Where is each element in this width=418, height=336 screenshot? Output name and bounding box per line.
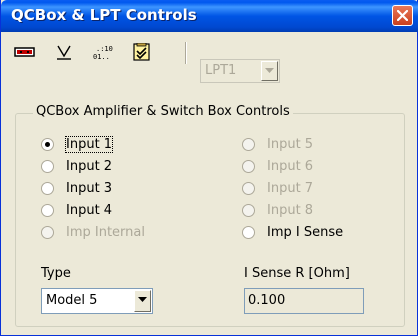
close-button[interactable] [392,5,413,26]
radio-label: Input 3 [66,181,113,196]
radio-label: Input 2 [66,159,113,174]
radio-circle [41,138,54,151]
radio-label: Input 8 [267,203,314,218]
radio-label: Input 1 [64,136,114,153]
radio-circle [242,204,255,217]
type-select[interactable]: Model 5 [41,288,153,314]
checklist-button[interactable] [129,40,155,64]
radio-dot [45,142,50,147]
isense-label: I Sense R [Ohm] [244,266,350,281]
qcbox-lpt-controls-window: QCBox & LPT Controls .:10 01.. LPT1 QCBo… [0,0,418,336]
isense-value: 0.100 [248,293,286,308]
radio-circle [41,204,54,217]
port-combo[interactable]: LPT1 [200,59,280,83]
radio-label: Input 4 [66,203,113,218]
type-select-arrow[interactable] [134,290,151,312]
svg-text:01..: 01.. [93,53,110,61]
voltage-button[interactable] [51,40,77,64]
radio-circle [41,182,54,195]
radio-label: Input 7 [267,181,314,196]
radio-circle [41,226,54,239]
radio-circle [242,182,255,195]
radio-label: Input 6 [267,159,314,174]
svg-text:.:10: .:10 [96,45,113,53]
radio-label: Imp I Sense [267,225,344,240]
binary-button[interactable]: .:10 01.. [89,40,115,64]
window-title: QCBox & LPT Controls [11,6,197,24]
isense-input[interactable]: 0.100 [244,288,364,314]
radio-circle [41,160,54,173]
port-combo-arrow[interactable] [261,61,278,81]
binary-icon: .:10 01.. [93,45,113,61]
checklist-icon [133,43,150,61]
radio-circle [242,138,255,151]
chevron-down-icon [265,68,274,73]
amplifier-icon [14,47,35,57]
port-combo-value: LPT1 [205,63,237,78]
type-label: Type [41,266,71,281]
title-bar[interactable]: QCBox & LPT Controls [1,0,418,32]
type-select-value: Model 5 [46,293,98,308]
close-icon [397,10,408,21]
amplifier-button[interactable] [11,40,37,64]
toolbar-separator [185,42,187,64]
voltage-icon [57,45,71,60]
radio-label: Input 5 [267,137,314,152]
radio-circle [242,160,255,173]
groupbox-label: QCBox Amplifier & Switch Box Controls [33,104,293,119]
radio-label: Imp Internal [66,225,145,240]
chevron-down-icon [138,297,147,302]
radio-circle [242,226,255,239]
